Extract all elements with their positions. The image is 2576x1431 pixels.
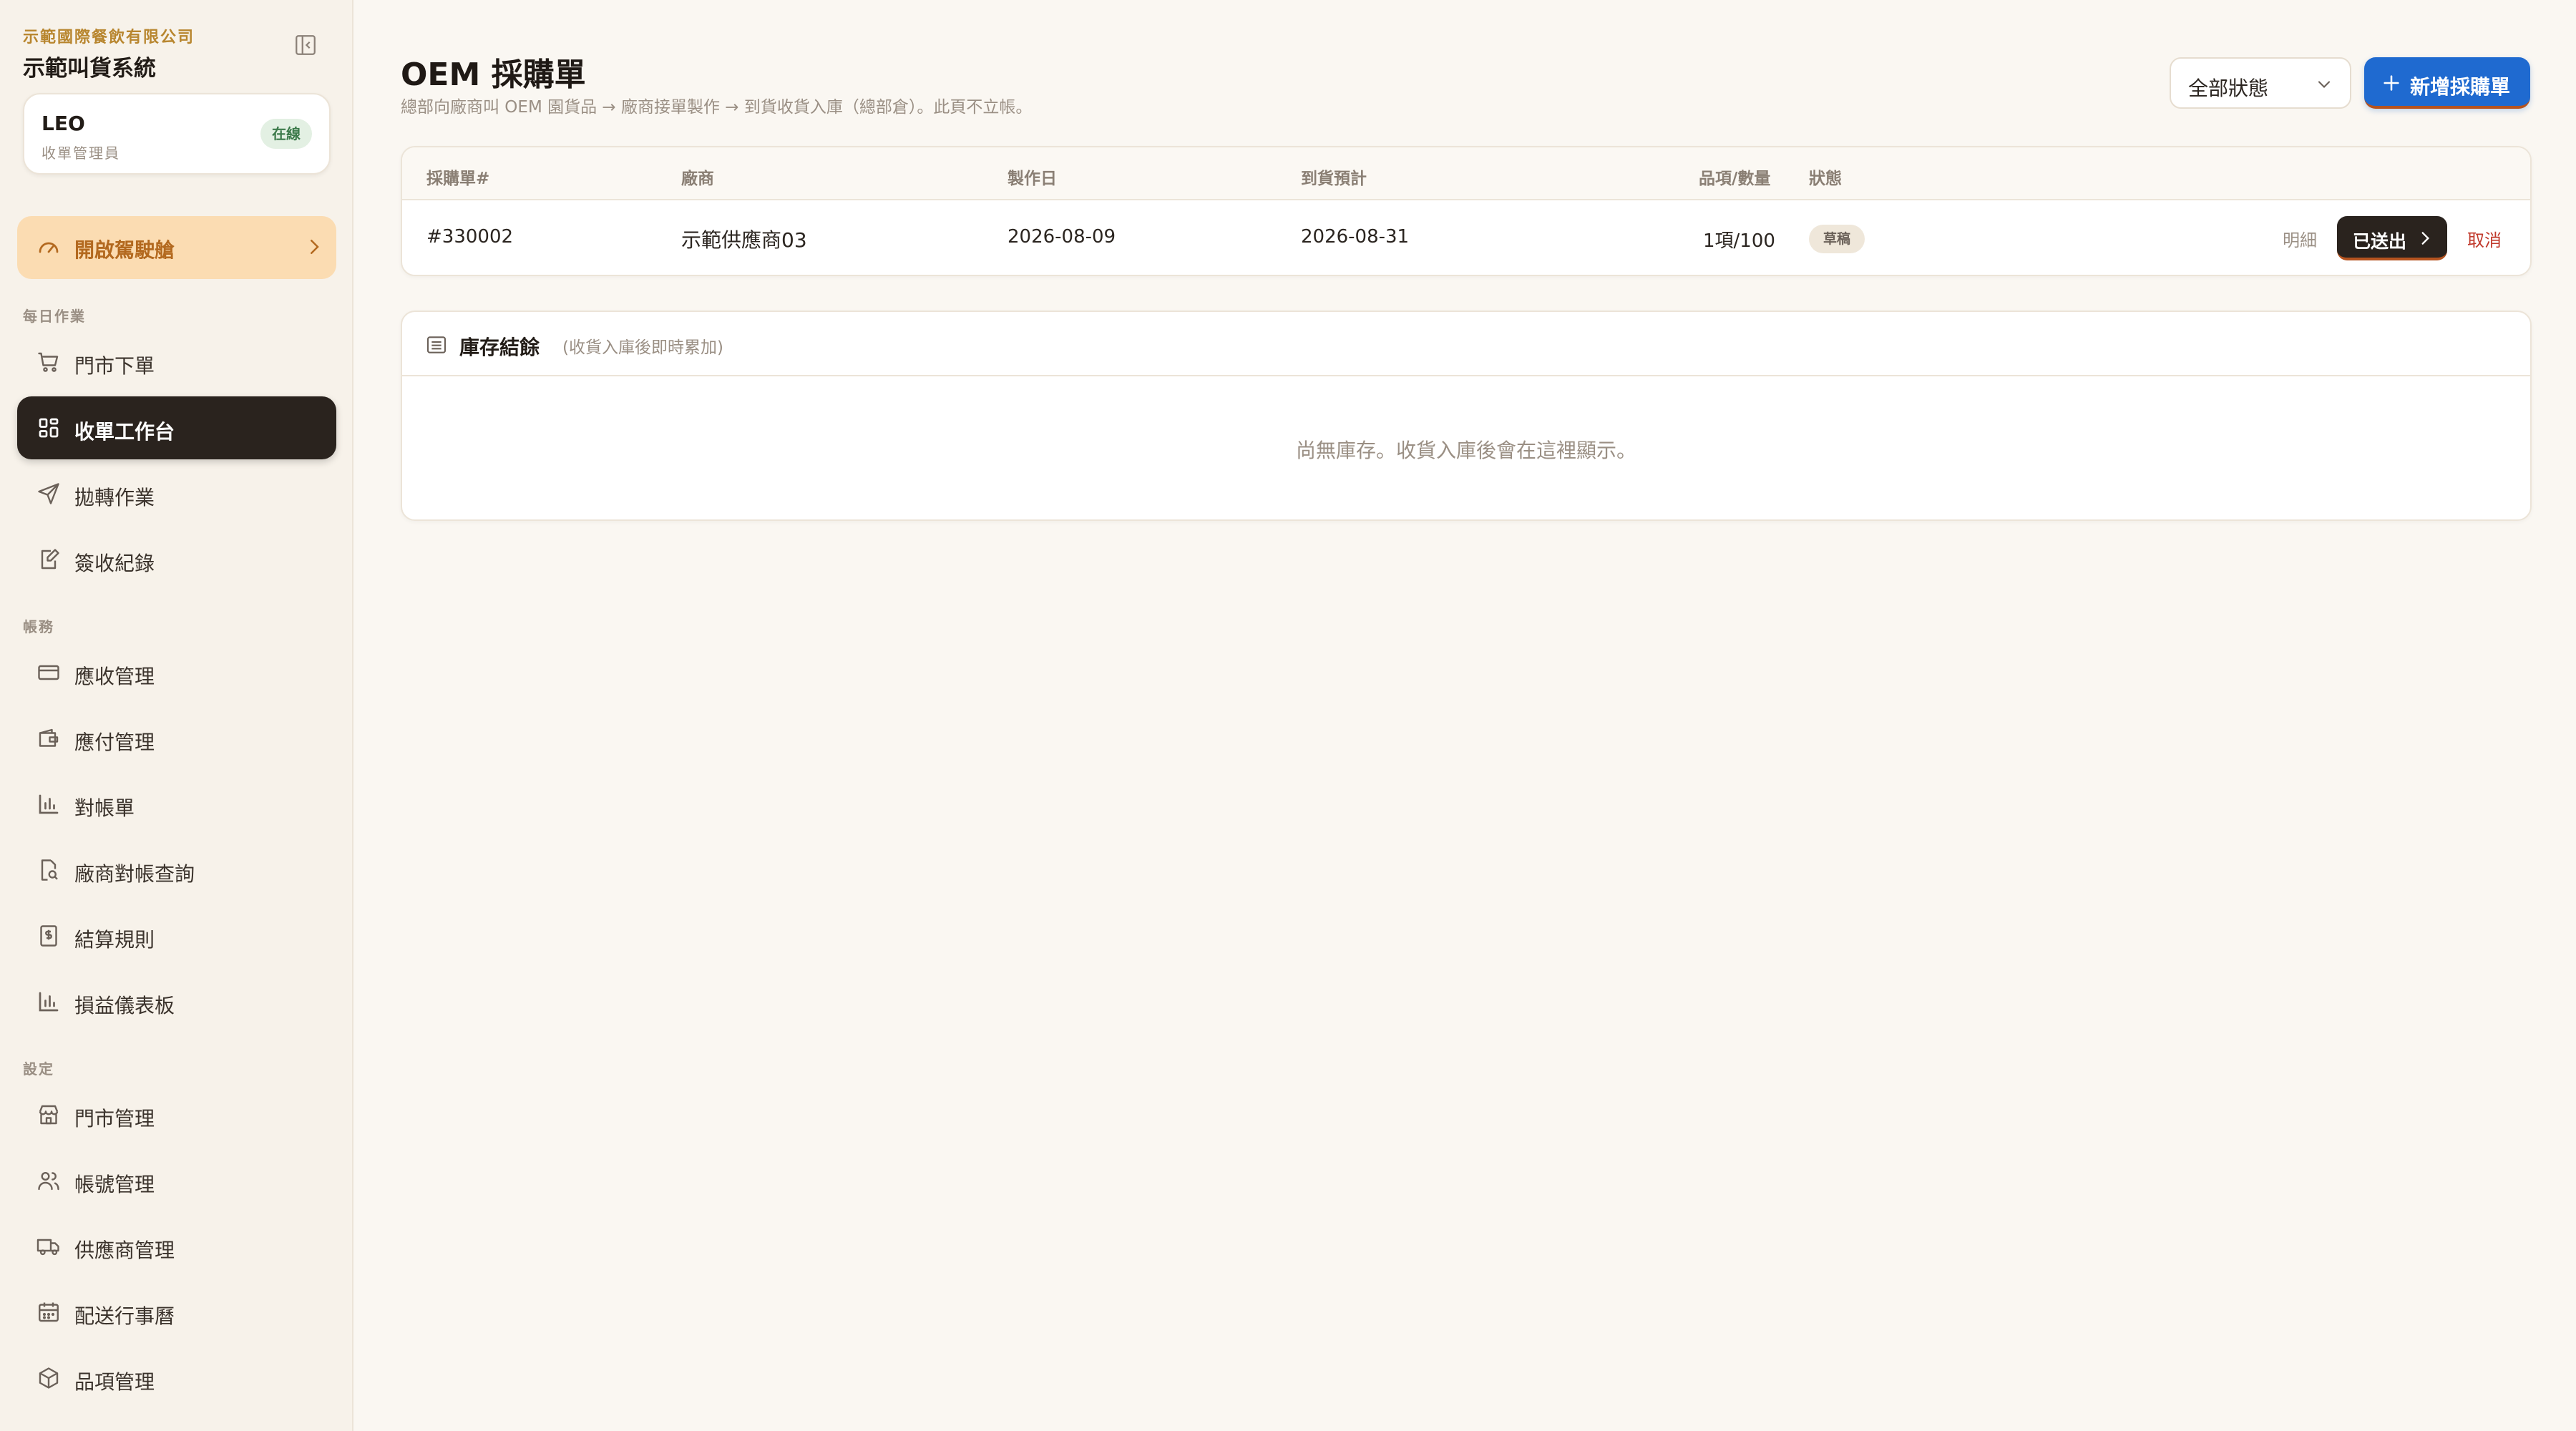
section-label-daily: 每日作業 [23,308,86,325]
box-icon [36,1365,62,1391]
sidebar-collapse-icon[interactable] [293,33,318,57]
chevron-down-icon [2314,74,2334,94]
sidebar-item-label: 門市下單 [74,354,155,378]
column-header-po-number: 採購單# [426,170,490,188]
sidebar-item-label: 簽收紀錄 [74,552,155,575]
status-badge: 草稿 [1809,225,1865,253]
new-purchase-order-label: 新增採購單 [2410,75,2511,99]
bar-chart-icon [36,989,62,1015]
sidebar-item-label: 帳號管理 [74,1173,155,1196]
cockpit-label: 開啟駕駛艙 [74,238,175,262]
inventory-balance-card: 庫存結餘 (收貨入庫後即時累加) 尚無庫存。收貨入庫後會在這裡顯示。 [401,311,2532,521]
online-status-badge: 在線 [260,119,312,149]
edit-doc-icon [36,547,62,572]
column-header-make-date: 製作日 [1008,170,1057,188]
user-card: LEO 收單管理員 在線 [23,93,331,175]
column-header-qty: 品項/數量 [1699,170,1771,188]
new-purchase-order-button[interactable]: 新增採購單 [2364,57,2530,109]
sidebar-item-label: 損益儀表板 [74,994,175,1017]
section-label-settings: 設定 [23,1060,54,1078]
sidebar-item-settlement-rules[interactable]: 結算規則 [17,904,336,967]
sidebar-item-payables[interactable]: 應付管理 [17,707,336,770]
sidebar-item-label: 拋轉作業 [74,486,155,509]
cart-icon [36,349,62,375]
inventory-header: 庫存結餘 (收貨入庫後即時累加) [402,312,2530,376]
dollar-doc-icon [36,923,62,949]
sidebar-item-label: 門市管理 [74,1107,155,1130]
gauge-icon [36,235,62,260]
sidebar-item-label: 廠商對帳查詢 [74,862,195,886]
sidebar-item-label: 配送行事曆 [74,1304,175,1328]
sidebar-item-label: 結算規則 [74,928,155,952]
sidebar-item-delivery-calendar[interactable]: 配送行事曆 [17,1281,336,1344]
chevron-right-icon [2416,229,2434,248]
sidebar-item-label: 應付管理 [74,731,155,754]
status-filter-value: 全部狀態 [2188,77,2269,100]
sidebar-item-item-management[interactable]: 品項管理 [17,1347,336,1410]
make-date: 2026-08-09 [1008,226,1116,248]
sidebar-item-account-management[interactable]: 帳號管理 [17,1149,336,1212]
sidebar-item-receipt-records[interactable]: 簽收紀錄 [17,528,336,591]
inventory-empty-message: 尚無庫存。收貨入庫後會在這裡顯示。 [1295,439,1636,462]
sidebar-item-statements[interactable]: 對帳單 [17,773,336,836]
status-filter-select[interactable]: 全部狀態 [2170,57,2351,109]
archive-icon [425,333,448,356]
vendor-name: 示範供應商03 [681,228,807,252]
bar-chart-icon [36,791,62,817]
sidebar-item-label: 應收管理 [74,665,155,688]
column-header-eta: 到貨預計 [1301,170,1367,188]
inventory-title: 庫存結餘 [459,336,540,359]
sidebar-item-store-order[interactable]: 門市下單 [17,331,336,394]
po-number: #330002 [426,226,514,248]
system-name: 示範叫貨系統 [23,56,156,82]
eta-date: 2026-08-31 [1301,226,1410,248]
calendar-icon [36,1299,62,1325]
sidebar-item-label: 品項管理 [74,1370,155,1394]
sidebar-item-label: 對帳單 [74,796,135,820]
user-name: LEO [42,112,85,135]
wallet-icon [36,726,62,751]
sidebar-item-receivables[interactable]: 應收管理 [17,641,336,704]
chevron-right-icon [303,236,325,258]
purchase-order-table: 採購單# 廠商 製作日 到貨預計 品項/數量 狀態 #330002 示範供應商0… [401,146,2532,276]
column-header-status: 狀態 [1809,170,1842,188]
cancel-link[interactable]: 取消 [2467,226,2502,251]
detail-link[interactable]: 明細 [2283,226,2317,251]
sidebar-item-pnl-dashboard[interactable]: 損益儀表板 [17,970,336,1033]
section-label-accounting: 帳務 [23,618,54,635]
sidebar-item-label: 供應商管理 [74,1239,175,1262]
card-icon [36,660,62,685]
item-qty: 1項/100 [1703,230,1775,252]
user-role: 收單管理員 [42,145,120,162]
plus-icon [2381,73,2401,93]
users-icon [36,1168,62,1193]
grid-icon [36,415,62,441]
company-name: 示範國際餐飲有限公司 [23,29,195,47]
page-title: OEM 採購單 [401,57,586,93]
inventory-hint: (收貨入庫後即時累加) [562,338,723,357]
sidebar-item-transfer[interactable]: 拋轉作業 [17,462,336,525]
store-icon [36,1102,62,1128]
sidebar-item-store-management[interactable]: 門市管理 [17,1083,336,1146]
sidebar-item-vendor-reconciliation[interactable]: 廠商對帳查詢 [17,839,336,902]
doc-search-icon [36,857,62,883]
sent-button[interactable]: 已送出 [2337,216,2447,260]
truck-icon [36,1234,62,1259]
sent-label: 已送出 [2353,231,2407,252]
sidebar-item-label: 收單工作台 [74,420,175,444]
open-cockpit-button[interactable]: 開啟駕駛艙 [17,216,336,279]
page-subtitle: 總部向廠商叫 OEM 園貨品 → 廠商接單製作 → 到貨收貨入庫（總部倉）。此頁… [401,98,1033,117]
table-header: 採購單# 廠商 製作日 到貨預計 品項/數量 狀態 [402,147,2530,200]
sidebar-item-supplier-management[interactable]: 供應商管理 [17,1215,336,1278]
sidebar: 示範國際餐飲有限公司 示範叫貨系統 LEO 收單管理員 在線 開啟駕駛艙 每日作… [0,0,353,1431]
sidebar-item-order-workbench[interactable]: 收單工作台 [17,396,336,459]
column-header-vendor: 廠商 [681,170,714,188]
send-icon [36,481,62,507]
